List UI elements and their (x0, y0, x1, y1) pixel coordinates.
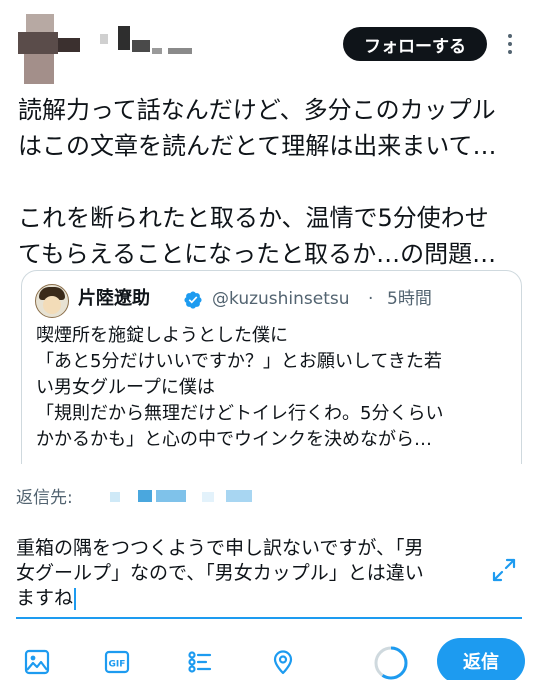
reply-text-input[interactable]: 重箱の隅をつつくようで申し訳ないですが、「男 女グールプ」なので、「男女カップル… (16, 536, 478, 611)
location-icon[interactable] (267, 646, 299, 678)
author-name-redacted[interactable] (96, 24, 206, 64)
reply-button[interactable]: 返信 (437, 638, 525, 680)
reply-text-content: 重箱の隅をつつくようで申し訳ないですが、「男 女グールプ」なので、「男女カップル… (16, 537, 424, 609)
replying-to-handle-redacted[interactable] (110, 488, 260, 504)
author-avatar[interactable] (14, 10, 84, 86)
expand-icon[interactable] (490, 556, 518, 584)
quoted-tweet-text: 喫煙所を施錠しようとした僕に 「あと5分だけいいですか？」とお願いしてきた若 い… (36, 325, 444, 450)
tweet-header: フォローする (0, 0, 539, 90)
quoted-tweet-time[interactable]: 5時間 (387, 287, 432, 311)
svg-text:GIF: GIF (109, 660, 126, 670)
reply-composer: 返信先: 重箱の隅をつつくようで申し訳ないですが、「男 女グールプ」なので、「男… (0, 464, 539, 680)
gif-icon[interactable]: GIF (101, 646, 133, 678)
verified-badge-icon (184, 291, 202, 309)
follow-button[interactable]: フォローする (343, 27, 487, 61)
poll-icon[interactable] (184, 646, 216, 678)
quoted-author-handle[interactable]: @kuzushinsetsu (212, 287, 350, 311)
image-icon[interactable] (21, 646, 53, 678)
quoted-author-name: 片陸遼助 (78, 288, 150, 309)
replying-to-label: 返信先: (16, 488, 73, 508)
character-count-ring (374, 646, 408, 680)
text-caret (74, 587, 77, 610)
more-options-icon[interactable] (500, 30, 520, 58)
tweet-text: 読解力って話なんだけど、多分このカップル はこの文章を読んだとて理解は出来まいて… (18, 96, 497, 268)
compose-focus-underline (16, 617, 522, 619)
quoted-author-avatar (35, 284, 69, 318)
meta-separator: · (368, 289, 374, 309)
